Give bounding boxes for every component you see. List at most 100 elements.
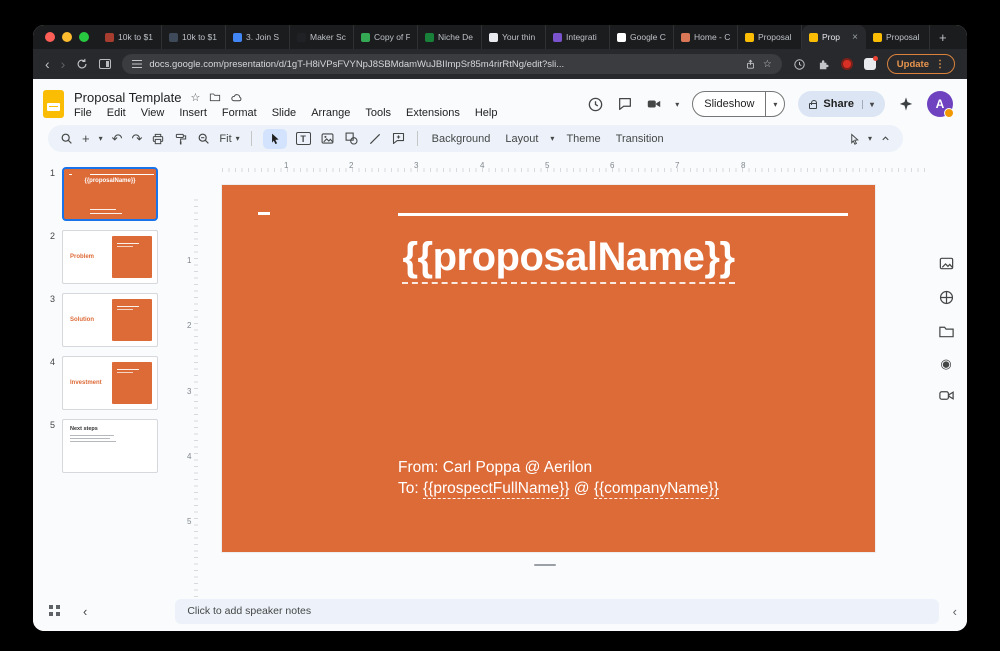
menu-tools[interactable]: Tools [365, 107, 391, 119]
slide-canvas[interactable]: 1 2 3 4 5 6 7 8 1 2 3 4 5 [185, 159, 925, 597]
new-tab-button[interactable]: + [930, 25, 956, 49]
select-tool-button[interactable] [263, 129, 287, 149]
bookmark-star-icon[interactable]: ☆ [763, 59, 772, 70]
history-sync-icon[interactable] [793, 58, 806, 71]
browser-tab-active[interactable]: Prop× [802, 25, 866, 49]
menu-file[interactable]: File [74, 107, 92, 119]
share-button[interactable]: Share ▾ [798, 91, 885, 117]
layout-dropdown-icon[interactable]: ▾ [550, 134, 554, 143]
browser-tab[interactable]: Maker Sc [290, 25, 354, 49]
menu-view[interactable]: View [141, 107, 165, 119]
slides-logo[interactable] [43, 90, 64, 118]
browser-tab[interactable]: Google C [610, 25, 674, 49]
transition-button[interactable]: Transition [613, 133, 667, 145]
paint-format-button[interactable] [174, 132, 188, 146]
insert-image-tool[interactable] [320, 131, 335, 146]
extension-notification-icon[interactable] [864, 58, 876, 70]
slide-title-textbox[interactable]: {{proposalName}} [262, 235, 875, 280]
browser-tab[interactable]: Home - C [674, 25, 738, 49]
new-slide-button[interactable]: + [82, 132, 90, 145]
slideshow-button[interactable]: Slideshow [693, 92, 766, 116]
print-button[interactable] [151, 132, 165, 146]
share-dropdown[interactable]: ▾ [862, 100, 874, 109]
browser-tab[interactable]: 10k to $1 [98, 25, 162, 49]
account-avatar[interactable]: A [927, 91, 953, 117]
site-info-icon[interactable] [132, 60, 142, 68]
new-slide-dropdown-icon[interactable]: ▾ [99, 134, 103, 143]
menu-format[interactable]: Format [222, 107, 257, 119]
version-history-icon[interactable] [587, 96, 604, 113]
share-page-icon[interactable] [745, 59, 756, 70]
extensions-puzzle-icon[interactable] [817, 58, 830, 71]
extension-badge-icon[interactable] [841, 58, 853, 70]
slide-5-thumbnail[interactable]: Next steps [62, 419, 158, 473]
meet-camera-icon[interactable] [646, 96, 662, 112]
side-panel-icon[interactable] [99, 59, 111, 69]
panel-record-icon[interactable]: ◉ [940, 357, 951, 370]
move-folder-icon[interactable] [209, 91, 221, 103]
editing-mode-dropdown-icon[interactable]: ▾ [868, 134, 872, 143]
browser-tab[interactable]: Proposal [866, 25, 930, 49]
close-window-button[interactable] [45, 32, 55, 42]
browser-tab[interactable]: Your thin [482, 25, 546, 49]
background-button[interactable]: Background [429, 133, 494, 145]
text-box-tool[interactable]: T [296, 132, 311, 145]
browser-tab[interactable]: 10k to $1 [162, 25, 226, 49]
theme-button[interactable]: Theme [563, 133, 603, 145]
reload-button[interactable] [76, 58, 88, 70]
cloud-status-icon[interactable] [230, 91, 243, 104]
menu-extensions[interactable]: Extensions [406, 107, 460, 119]
layout-button[interactable]: Layout [502, 133, 541, 145]
forward-button[interactable]: › [61, 57, 66, 71]
browser-tab[interactable]: Niche De [418, 25, 482, 49]
panel-image-icon[interactable] [938, 255, 955, 272]
document-title[interactable]: Proposal Template [74, 90, 181, 105]
slide-3-thumbnail[interactable]: Solution [62, 293, 158, 347]
collapse-toolbar-icon[interactable] [880, 133, 891, 144]
meet-dropdown-icon[interactable]: ▾ [675, 100, 679, 109]
update-button[interactable]: Update ⋮ [887, 54, 955, 74]
add-comment-tool[interactable] [391, 131, 406, 146]
zoom-icon[interactable] [197, 132, 210, 145]
redo-button[interactable]: ↷ [132, 132, 143, 145]
undo-button[interactable]: ↶ [112, 132, 123, 145]
search-menus-icon[interactable] [60, 132, 73, 145]
grid-view-icon[interactable] [49, 605, 53, 609]
menu-insert[interactable]: Insert [179, 107, 207, 119]
slide-4-thumbnail[interactable]: Investment [62, 356, 158, 410]
menu-slide[interactable]: Slide [272, 107, 296, 119]
browser-tab[interactable]: 3. Join S [226, 25, 290, 49]
line-tool[interactable] [368, 132, 382, 146]
tab-close-icon[interactable]: × [852, 32, 858, 43]
expand-side-panel-icon[interactable]: ‹ [953, 604, 957, 619]
slide-accent-dash[interactable] [258, 212, 270, 215]
collapse-filmstrip-icon[interactable]: ‹ [83, 604, 87, 619]
browser-tab[interactable]: Integrati [546, 25, 610, 49]
panel-camera-icon[interactable] [938, 387, 955, 404]
menu-edit[interactable]: Edit [107, 107, 126, 119]
fullscreen-window-button[interactable] [79, 32, 89, 42]
slide-2-thumbnail[interactable]: Problem [62, 230, 158, 284]
browser-tab[interactable]: Proposal [738, 25, 802, 49]
browser-tab[interactable]: Copy of F [354, 25, 418, 49]
minimize-window-button[interactable] [62, 32, 72, 42]
notes-resize-handle[interactable] [534, 564, 556, 566]
address-bar[interactable]: docs.google.com/presentation/d/1gT-H8iVP… [122, 54, 781, 74]
back-button[interactable]: ‹ [45, 57, 50, 71]
slideshow-dropdown[interactable]: ▾ [766, 92, 784, 116]
star-document-icon[interactable]: ☆ [190, 91, 200, 104]
slide-editor[interactable]: {{proposalName}} From: Carl Poppa @ Aeri… [222, 185, 875, 552]
menu-arrange[interactable]: Arrange [311, 107, 350, 119]
slide-divider-line[interactable] [398, 213, 848, 216]
comments-icon[interactable] [617, 96, 633, 112]
shape-tool[interactable] [344, 131, 359, 146]
browser-menu-icon[interactable]: ⋮ [935, 59, 945, 70]
zoom-select[interactable]: Fit▾ [219, 133, 239, 145]
panel-folder-icon[interactable] [938, 323, 955, 340]
gemini-sparkle-icon[interactable] [898, 96, 914, 112]
speaker-notes-input[interactable]: Click to add speaker notes [175, 599, 938, 624]
menu-help[interactable]: Help [475, 107, 498, 119]
slide-fromto-textbox[interactable]: From: Carl Poppa @ Aerilon To: {{prospec… [398, 457, 719, 499]
editing-mode-icon[interactable] [848, 133, 860, 145]
slide-1-thumbnail[interactable]: {{proposalName}} [62, 167, 158, 221]
